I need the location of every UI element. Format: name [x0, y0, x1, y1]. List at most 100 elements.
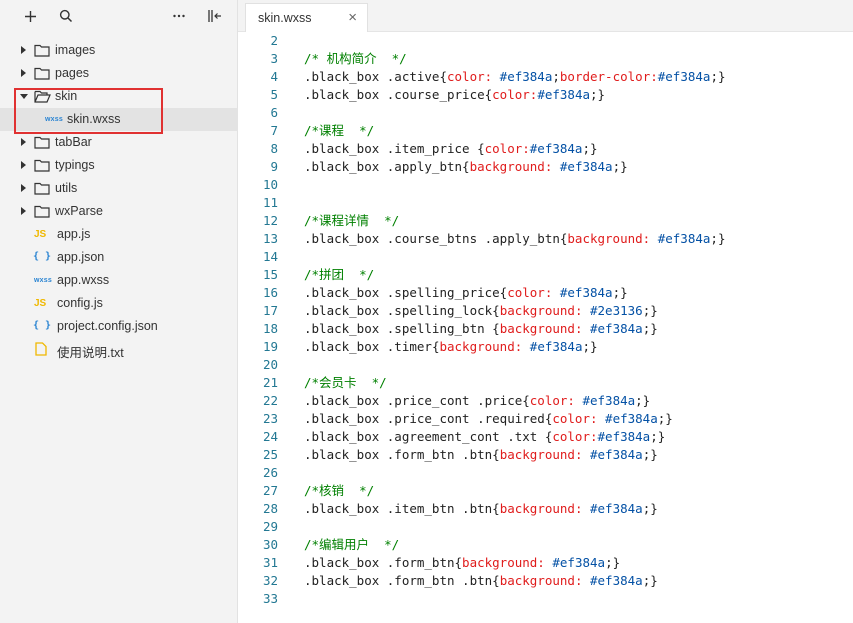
code-token: background: — [499, 321, 583, 336]
tree-item-wxparse[interactable]: wxParse — [0, 200, 238, 223]
code-token: background: — [499, 447, 583, 462]
tree-item-label: app.wxss — [57, 273, 110, 287]
code-token: .black_box .form_btn .btn — [304, 573, 493, 588]
line-number: 10 — [262, 177, 278, 192]
line-number: 20 — [262, 357, 278, 372]
line-number: 19 — [262, 339, 278, 354]
tree-item-label: skin.wxss — [67, 112, 121, 126]
line-number: 21 — [262, 375, 278, 390]
tree-item-utils[interactable]: utils — [0, 177, 238, 200]
code-token: /*会员卡 */ — [304, 375, 387, 390]
tree-item-txt[interactable]: 使用说明.txt — [0, 338, 238, 361]
code-token: #ef384a — [582, 573, 643, 588]
tree-item-typings[interactable]: typings — [0, 154, 238, 177]
tree-item-skin-wxss[interactable]: wxss skin.wxss — [0, 108, 238, 131]
code-token: background: — [439, 339, 523, 354]
folder-icon — [34, 205, 50, 221]
code-token: /*拼团 */ — [304, 267, 375, 282]
chevron-down-icon[interactable] — [20, 94, 28, 99]
tab-skin-wxss[interactable]: skin.wxss × — [245, 3, 368, 33]
line-number: 30 — [262, 537, 278, 552]
tree-item-app-wxss[interactable]: wxss app.wxss — [0, 269, 238, 292]
collapse-sidebar-icon[interactable] — [206, 7, 224, 25]
code-text: .black_box .item_btn .btn{background: #e… — [304, 500, 658, 518]
code-text: .black_box .spelling_price{color: #ef384… — [304, 284, 628, 302]
plus-icon[interactable] — [21, 7, 39, 25]
tree-item-images[interactable]: images — [0, 39, 238, 62]
code-token: #ef384a — [582, 447, 643, 462]
tree-item-label: tabBar — [55, 135, 92, 149]
line-number: 11 — [262, 195, 278, 210]
line-number: 13 — [262, 231, 278, 246]
more-icon[interactable] — [170, 7, 188, 25]
editor-tab-bar: skin.wxss × — [238, 0, 853, 33]
tree-item-label: 使用说明.txt — [57, 346, 124, 360]
chevron-right-icon[interactable] — [21, 184, 26, 192]
code-text: .black_box .spelling_btn {background: #e… — [304, 320, 658, 338]
code-editor[interactable]: 2 3/* 机构简介 */4 .black_box .active{color: #… — [238, 32, 853, 623]
code-token: #2e3136 — [582, 303, 643, 318]
line-number: 29 — [262, 519, 278, 534]
line-number: 15 — [262, 267, 278, 282]
js-file-icon: JS — [34, 229, 47, 240]
chevron-right-icon[interactable] — [21, 46, 26, 54]
line-number: 16 — [262, 285, 278, 300]
code-token: color: — [484, 141, 530, 156]
tree-item-label: wxParse — [55, 204, 103, 218]
tree-item-project-config-json[interactable]: { } project.config.json — [0, 315, 238, 338]
code-token: .black_box .course_price — [304, 87, 485, 102]
code-text: /*拼团 */ — [304, 266, 374, 284]
tree-item-label: config.js — [57, 296, 103, 310]
code-token: .black_box .timer — [304, 339, 432, 354]
tree-item-label: skin — [55, 89, 78, 103]
code-token: /*课程 */ — [304, 123, 375, 138]
code-token: ;} — [642, 447, 658, 462]
tree-item-label: utils — [55, 181, 78, 195]
tree-item-label: app.json — [57, 250, 105, 264]
code-text: .black_box .price_cont .price{color: #ef… — [304, 392, 650, 410]
code-token: .black_box .item_price — [304, 141, 478, 156]
line-number: 14 — [262, 249, 278, 264]
tree-item-config-js[interactable]: JS config.js — [0, 292, 238, 315]
code-token: #ef384a — [657, 69, 711, 84]
line-number: 25 — [262, 447, 278, 462]
code-token: color: — [529, 393, 575, 408]
code-token: #ef384a — [522, 339, 583, 354]
tree-item-tabbar[interactable]: tabBar — [0, 131, 238, 154]
code-token: { — [492, 303, 500, 318]
close-icon[interactable]: × — [348, 10, 357, 26]
folder-icon — [34, 136, 50, 152]
tree-item-label: app.js — [57, 227, 91, 241]
code-text: .black_box .course_price{color:#ef384a;} — [304, 86, 605, 104]
tree-item-app-js[interactable]: JS app.js — [0, 223, 238, 246]
code-text: .black_box .price_cont .required{color: … — [304, 410, 673, 428]
code-token: background: — [469, 159, 553, 174]
code-text: .black_box .item_price {color:#ef384a;} — [304, 140, 598, 158]
code-token: ;} — [657, 411, 673, 426]
code-token: { — [462, 159, 470, 174]
code-text: .black_box .apply_btn{background: #ef384… — [304, 158, 628, 176]
code-token: .black_box .form_btn — [304, 555, 455, 570]
folder-icon — [34, 44, 50, 60]
line-number: 6 — [270, 105, 278, 120]
chevron-right-icon[interactable] — [21, 69, 26, 77]
line-number: 8 — [270, 141, 278, 156]
code-token: .black_box .item_btn .btn — [304, 501, 493, 516]
line-number: 17 — [262, 303, 278, 318]
chevron-right-icon[interactable] — [21, 161, 26, 169]
chevron-right-icon[interactable] — [21, 207, 26, 215]
line-number: 23 — [262, 411, 278, 426]
tree-item-skin[interactable]: skin — [0, 85, 238, 108]
code-token: { — [492, 501, 500, 516]
search-icon[interactable] — [57, 7, 75, 25]
tree-item-app-json[interactable]: { } app.json — [0, 246, 238, 269]
chevron-right-icon[interactable] — [21, 138, 26, 146]
line-number: 26 — [262, 465, 278, 480]
code-token: border-color: — [559, 69, 658, 84]
file-tree: images pages skin wxss skin.wxss tabBar typing… — [0, 39, 238, 361]
code-token: ;} — [642, 501, 658, 516]
json-file-icon: { } — [33, 251, 52, 262]
code-text: /*会员卡 */ — [304, 374, 387, 392]
tree-item-pages[interactable]: pages — [0, 62, 238, 85]
code-token: #ef384a — [537, 87, 590, 102]
